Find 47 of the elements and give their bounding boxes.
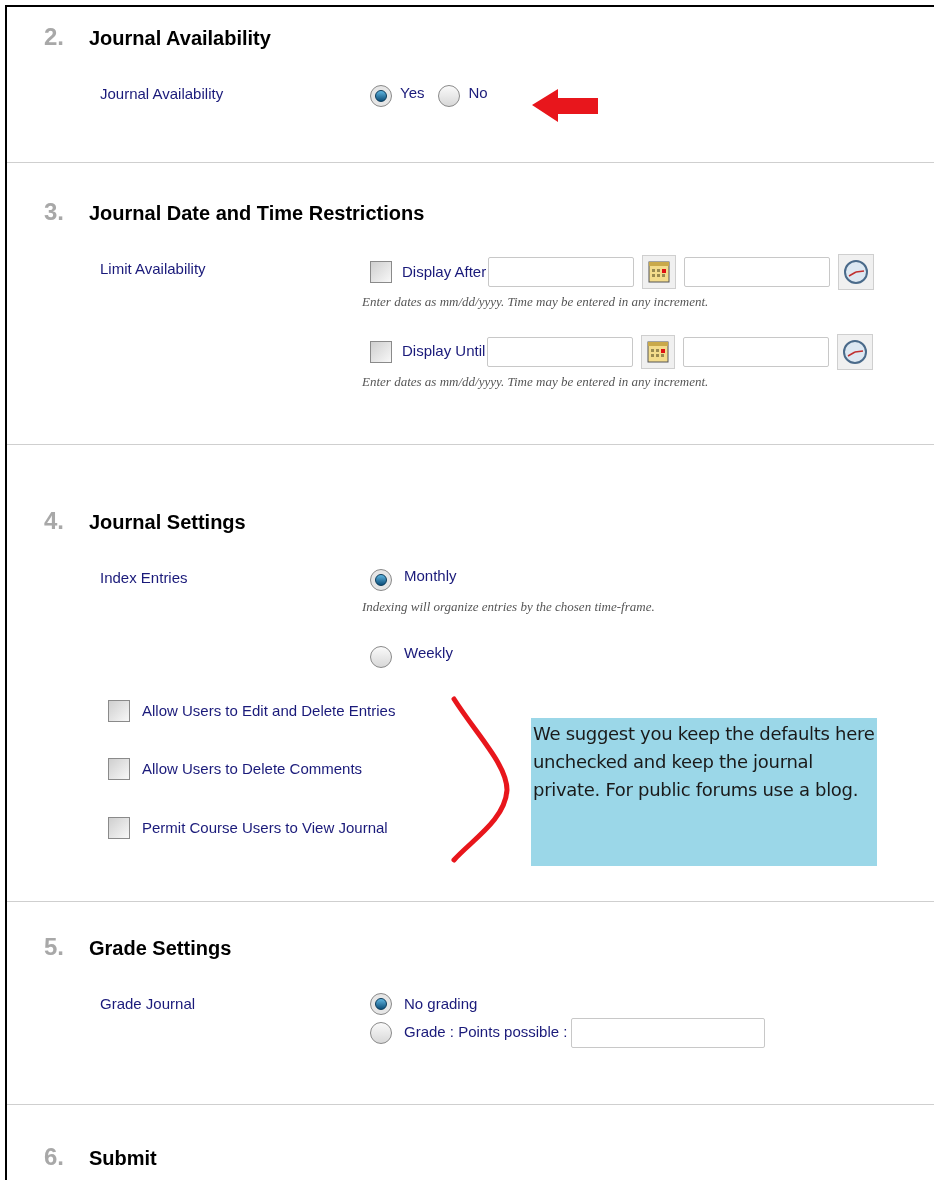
section-title: Journal Date and Time Restrictions <box>89 201 425 226</box>
section-number: 5. <box>44 932 65 962</box>
clock-button[interactable] <box>838 254 875 290</box>
radio-label: No <box>468 82 488 103</box>
radio-label: Yes <box>400 82 425 103</box>
radio-button[interactable] <box>370 1021 392 1044</box>
section-number: 3. <box>44 197 65 227</box>
hint-text: Enter dates as mm/dd/yyyy. Time may be entered in any increment. <box>362 372 710 391</box>
checkbox-label: Display After <box>402 261 487 282</box>
radio-button[interactable] <box>370 569 392 591</box>
checkbox[interactable] <box>108 816 130 839</box>
checkbox[interactable] <box>370 340 392 363</box>
checkbox[interactable] <box>370 261 392 283</box>
radio-label: No grading <box>404 994 478 1014</box>
section-number: 4. <box>44 506 65 536</box>
radio-button[interactable] <box>438 85 461 107</box>
time-field[interactable] <box>683 336 830 367</box>
date-field[interactable] <box>488 257 635 287</box>
radio-label: Weekly <box>404 642 453 663</box>
hint-text: Indexing will organize entries by the chosen time-frame. <box>362 598 655 616</box>
section-number: 2. <box>44 22 65 52</box>
field-label: Grade Journal <box>100 994 197 1014</box>
section-title: Journal Settings <box>89 510 246 535</box>
radio-label: Monthly <box>404 566 457 586</box>
hint-text: Enter dates as mm/dd/yyyy. Time may be entered in any increment. <box>362 293 710 311</box>
clock-button[interactable] <box>837 333 874 370</box>
checkbox-label: Display Until <box>402 341 486 362</box>
section-title: Submit <box>89 1146 157 1171</box>
points-field[interactable] <box>571 1017 766 1048</box>
calendar-button[interactable] <box>641 334 676 369</box>
calendar-button[interactable] <box>642 255 677 289</box>
checkbox-label: Allow Users to Edit and Delete Entries <box>142 700 396 721</box>
callout-note: We suggest you keep the defaults here unchecked and keep the journal private. For public forums use a blog. <box>531 718 877 866</box>
section-number: 6. <box>44 1142 65 1172</box>
date-field[interactable] <box>487 336 634 367</box>
radio-button[interactable] <box>370 993 392 1016</box>
radio-button[interactable] <box>370 645 392 668</box>
checkbox[interactable] <box>108 699 130 722</box>
section-title: Journal Availability <box>89 26 271 51</box>
radio-label: Grade : Points possible : <box>404 1022 568 1043</box>
checkbox[interactable] <box>108 758 130 781</box>
checkbox-label: Permit Course Users to View Journal <box>142 817 388 838</box>
section-title: Grade Settings <box>89 936 232 961</box>
field-label: Journal Availability <box>100 84 225 104</box>
time-field[interactable] <box>684 257 831 287</box>
radio-button[interactable] <box>370 85 392 107</box>
checkbox-label: Allow Users to Delete Comments <box>142 759 363 779</box>
